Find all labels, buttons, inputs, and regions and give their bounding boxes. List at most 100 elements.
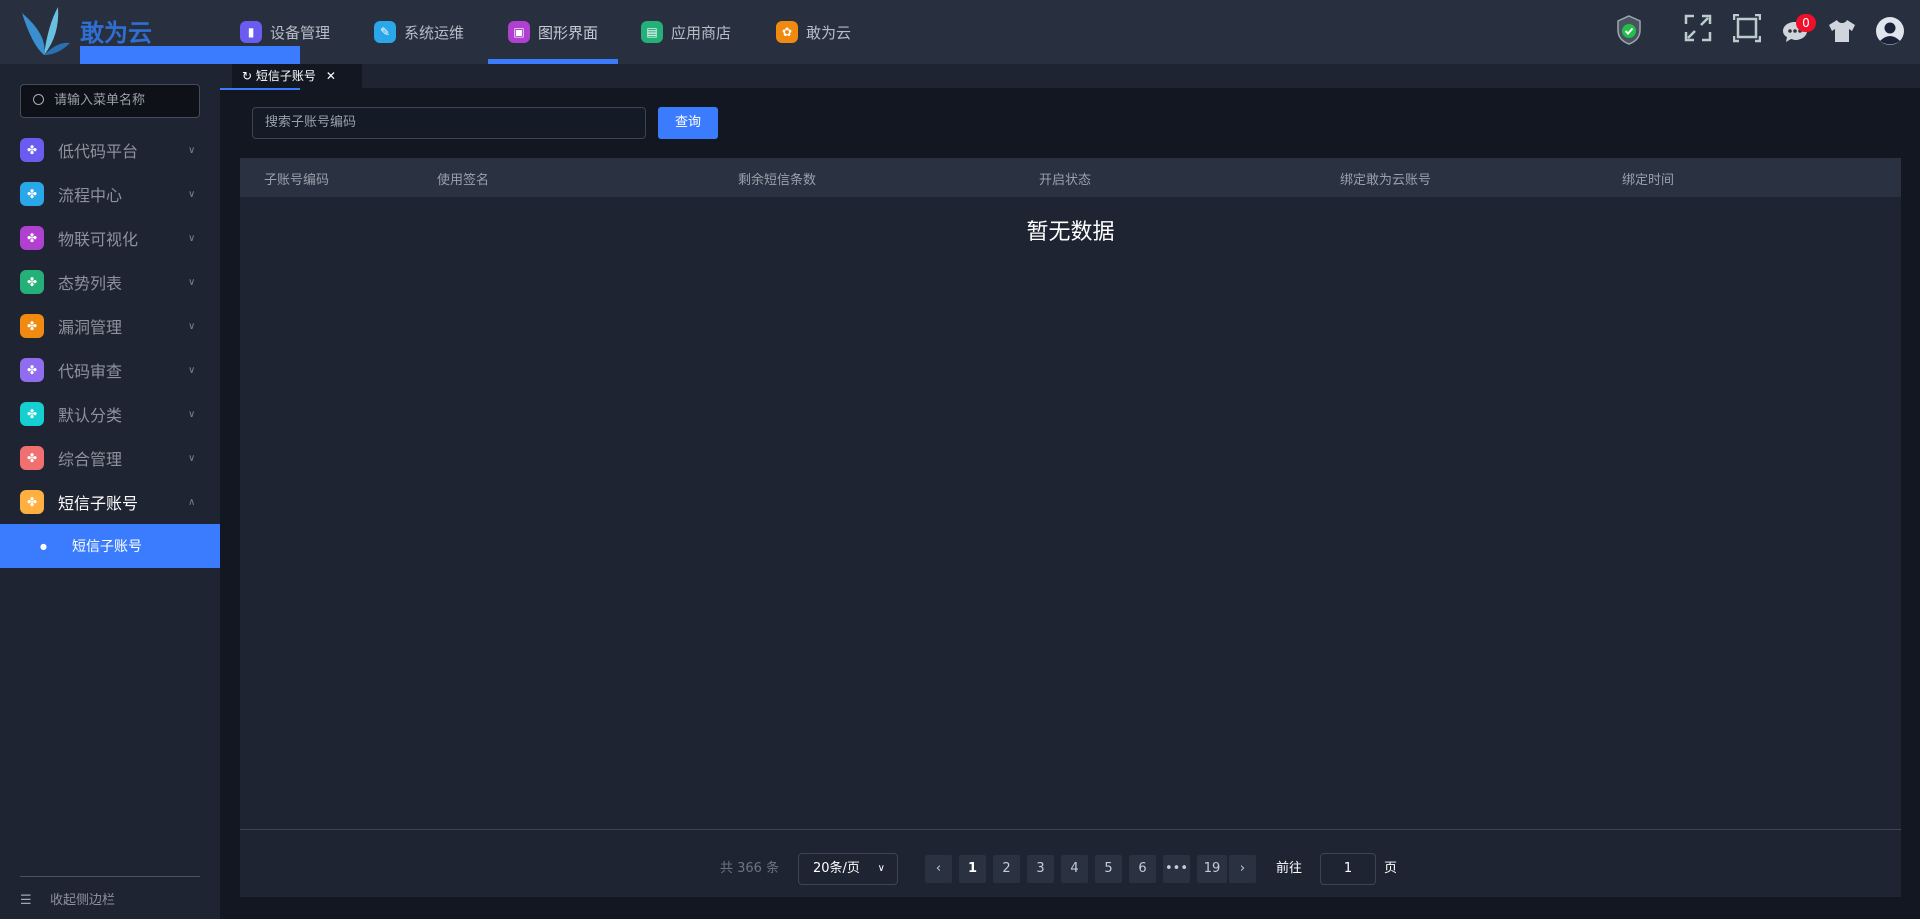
sidebar-item-label: 流程中心: [58, 186, 123, 205]
nav-label: 系统运维: [404, 23, 465, 42]
fullscreen-icon[interactable]: [1684, 14, 1712, 50]
column-header: 绑定敢为云账号: [1340, 173, 1432, 188]
nav-label: 敢为云: [806, 23, 852, 42]
chevron-down-icon: ∨: [188, 276, 196, 288]
device-icon: ▮: [240, 21, 262, 43]
sidebar-item-label: 低代码平台: [58, 142, 139, 161]
menu-icon: ✤: [20, 138, 44, 162]
sidebar-item-label: 态势列表: [58, 274, 123, 293]
chevron-down-icon: ∨: [188, 188, 196, 200]
nav-device[interactable]: ▮ 设备管理: [240, 0, 330, 64]
wrench-icon: ✎: [374, 21, 396, 43]
page-button[interactable]: 6: [1129, 855, 1156, 883]
search-placeholder: 搜索子账号编码: [265, 115, 357, 130]
refresh-icon[interactable]: ↻: [242, 69, 252, 83]
page-button[interactable]: 19: [1197, 855, 1227, 883]
table-header: 子账号编码 使用签名 剩余短信条数 开启状态 绑定敢为云账号 绑定时间: [240, 158, 1901, 197]
collapse-label: 收起侧边栏: [50, 893, 116, 908]
store-icon: ▤: [641, 21, 663, 43]
sidebar-item[interactable]: ✤ 默认分类 ∨: [0, 392, 220, 436]
prev-page-button[interactable]: ‹: [925, 855, 952, 883]
avatar[interactable]: [1876, 17, 1904, 53]
screen-icon: ▣: [508, 21, 530, 43]
sidebar-subitem-sms-subaccount[interactable]: ● 短信子账号: [0, 524, 220, 568]
nav-ganweiyun[interactable]: ✿ 敢为云: [776, 0, 851, 64]
shield-icon[interactable]: [1616, 14, 1642, 50]
tab-bar: ↻ 短信子账号 ✕: [220, 64, 1920, 88]
page-suffix: 页: [1384, 861, 1398, 876]
chevron-down-icon: ∨: [188, 144, 196, 156]
menu-icon: ✤: [20, 490, 44, 514]
page-button[interactable]: 2: [993, 855, 1020, 883]
sidebar-item-label: 默认分类: [58, 406, 123, 425]
tab-label: 短信子账号: [255, 69, 316, 83]
nav-store[interactable]: ▤ 应用商店: [641, 0, 731, 64]
empty-state: 暂无数据: [1026, 220, 1115, 245]
page-button[interactable]: 5: [1095, 855, 1122, 883]
column-header: 开启状态: [1039, 173, 1092, 188]
goto-page-input[interactable]: 1: [1320, 853, 1376, 885]
menu-icon: ✤: [20, 402, 44, 426]
search-icon: [33, 94, 44, 105]
bullet-icon: ●: [40, 541, 47, 551]
chevron-down-icon: ∨: [188, 232, 196, 244]
page-size-value: 20条/页: [813, 861, 860, 876]
collapse-icon: ☰: [20, 893, 32, 908]
notification-badge: 0: [1796, 14, 1816, 32]
column-header: 使用签名: [437, 173, 490, 188]
sidebar-item[interactable]: ✤ 短信子账号 ∧: [0, 480, 220, 524]
menu-search-placeholder: 请输入菜单名称: [54, 93, 146, 108]
menu-icon: ✤: [20, 446, 44, 470]
page-button[interactable]: 3: [1027, 855, 1054, 883]
tab-sms-subaccount[interactable]: ↻ 短信子账号 ✕: [232, 64, 362, 88]
sidebar-item[interactable]: ✤ 低代码平台 ∨: [0, 128, 220, 172]
theme-shirt-icon[interactable]: [1828, 18, 1856, 54]
chevron-down-icon: ∨: [188, 320, 196, 332]
chevron-up-icon: ∧: [188, 496, 196, 508]
total-count: 共 366 条: [720, 861, 780, 876]
sidebar-item-label: 综合管理: [58, 450, 123, 469]
goto-label: 前往: [1276, 861, 1303, 876]
menu-icon: ✤: [20, 226, 44, 250]
chevron-down-icon: ∨: [188, 408, 196, 420]
butterfly-logo-icon: [22, 7, 70, 55]
top-bar: 敢为云 GANWEIYUN ▮ 设备管理 ✎ 系统运维 ▣ 图形界面 ▤ 应用商店 ✿ 敢…: [0, 0, 1920, 90]
nav-gui[interactable]: ▣ 图形界面: [487, 0, 619, 64]
sidebar-item-label: 代码审查: [58, 362, 123, 381]
sidebar-item[interactable]: ✤ 代码审查 ∨: [0, 348, 220, 392]
menu-icon: ✤: [20, 314, 44, 338]
page-button[interactable]: 1: [959, 855, 986, 883]
logo-text: 敢为云: [80, 19, 152, 47]
menu-icon: ✤: [20, 270, 44, 294]
subitem-label: 短信子账号: [72, 539, 142, 555]
sidebar-item-label: 物联可视化: [58, 230, 139, 249]
logo[interactable]: 敢为云 GANWEIYUN: [18, 5, 300, 90]
sidebar-item-label: 短信子账号: [58, 494, 139, 513]
data-table: 子账号编码 使用签名 剩余短信条数 开启状态 绑定敢为云账号 绑定时间 暂无数据…: [240, 158, 1901, 897]
chevron-down-icon: ∨: [877, 863, 885, 874]
page-size-select[interactable]: 20条/页 ∨: [798, 853, 898, 885]
menu-search-input[interactable]: 请输入菜单名称: [20, 84, 200, 118]
collapse-sidebar-button[interactable]: ☰ 收起侧边栏: [20, 876, 200, 908]
menu-icon: ✤: [20, 358, 44, 382]
pagination: 共 366 条 20条/页 ∨ ‹ 1 2 3 4 5 6 ••• 19 › 前往 1 页: [240, 829, 1901, 897]
sidebar-item[interactable]: ✤ 态势列表 ∨: [0, 260, 220, 304]
sidebar-item[interactable]: ✤ 物联可视化 ∨: [0, 216, 220, 260]
close-icon[interactable]: ✕: [326, 69, 336, 83]
sidebar-item[interactable]: ✤ 综合管理 ∨: [0, 436, 220, 480]
chevron-down-icon: ∨: [188, 364, 196, 376]
nav-label: 应用商店: [671, 23, 732, 42]
subaccount-search-input[interactable]: 搜索子账号编码: [252, 107, 646, 139]
page-button[interactable]: 4: [1061, 855, 1088, 883]
page-button[interactable]: •••: [1163, 855, 1190, 883]
nav-label: 设备管理: [270, 23, 331, 42]
screenshot-icon[interactable]: [1733, 14, 1761, 50]
query-button[interactable]: 查询: [658, 107, 718, 139]
nav-ops[interactable]: ✎ 系统运维: [374, 0, 464, 64]
sidebar-item-label: 漏洞管理: [58, 318, 123, 337]
sidebar-item[interactable]: ✤ 漏洞管理 ∨: [0, 304, 220, 348]
sidebar-item[interactable]: ✤ 流程中心 ∨: [0, 172, 220, 216]
next-page-button[interactable]: ›: [1229, 855, 1256, 883]
column-header: 子账号编码: [264, 173, 330, 188]
messages-button[interactable]: 0: [1782, 14, 1818, 50]
